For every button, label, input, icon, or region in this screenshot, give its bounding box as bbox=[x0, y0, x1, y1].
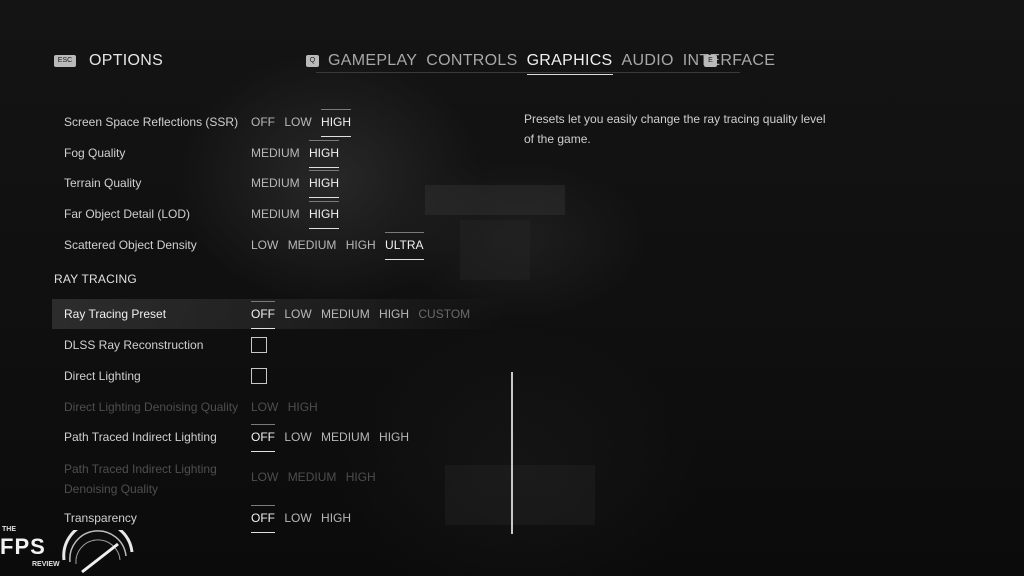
option-selector: LOW HIGH bbox=[251, 400, 324, 414]
option-low[interactable]: LOW bbox=[284, 115, 311, 129]
setting-label: Far Object Detail (LOD) bbox=[64, 207, 191, 221]
setting-row-path-traced-indirect-lighting[interactable]: Path Traced Indirect Lighting OFF LOW ME… bbox=[52, 422, 507, 452]
fps-review-logo: THE FPS REVIEW bbox=[0, 526, 140, 576]
logo-fps-text: FPS bbox=[0, 534, 46, 559]
option-high[interactable]: HIGH bbox=[379, 307, 409, 321]
tab-controls[interactable]: CONTROLS bbox=[426, 52, 517, 70]
setting-label: Path Traced Indirect Lighting Denoising … bbox=[64, 459, 217, 499]
setting-label: Screen Space Reflections (SSR) bbox=[64, 115, 239, 129]
option-medium[interactable]: MEDIUM bbox=[251, 207, 300, 221]
option-selector: OFF LOW HIGH bbox=[251, 511, 357, 525]
option-off[interactable]: OFF bbox=[251, 430, 275, 444]
option-selector: MEDIUM HIGH bbox=[251, 176, 345, 190]
option-medium[interactable]: MEDIUM bbox=[321, 430, 370, 444]
option-high[interactable]: HIGH bbox=[321, 115, 351, 129]
option-low[interactable]: LOW bbox=[284, 430, 311, 444]
setting-description: Presets let you easily change the ray tr… bbox=[524, 112, 826, 146]
esc-key-icon[interactable]: ESC bbox=[54, 55, 76, 67]
tab-interface[interactable]: INTERFACE bbox=[683, 52, 776, 70]
logo-the-text: THE bbox=[2, 526, 16, 533]
setting-row-far-object-detail[interactable]: Far Object Detail (LOD) MEDIUM HIGH bbox=[52, 199, 507, 229]
option-low[interactable]: LOW bbox=[284, 511, 311, 525]
option-selector: OFF LOW MEDIUM HIGH CUSTOM bbox=[251, 307, 476, 321]
option-high[interactable]: HIGH bbox=[309, 207, 339, 221]
setting-label: Ray Tracing Preset bbox=[64, 307, 167, 321]
direct-lighting-checkbox[interactable] bbox=[251, 368, 267, 384]
option-high[interactable]: HIGH bbox=[309, 146, 339, 160]
section-title-ray-tracing: RAY TRACING bbox=[54, 272, 137, 286]
setting-row-terrain-quality[interactable]: Terrain Quality MEDIUM HIGH bbox=[52, 168, 507, 198]
setting-row-dlss-ray-reconstruction[interactable]: DLSS Ray Reconstruction bbox=[52, 330, 507, 360]
setting-label: Terrain Quality bbox=[64, 176, 142, 190]
option-low[interactable]: LOW bbox=[251, 238, 278, 252]
option-medium[interactable]: MEDIUM bbox=[251, 146, 300, 160]
option-off[interactable]: OFF bbox=[251, 511, 275, 525]
option-high[interactable]: HIGH bbox=[346, 238, 376, 252]
setting-label: Path Traced Indirect Lighting bbox=[64, 430, 217, 444]
setting-row-ray-tracing-preset[interactable]: Ray Tracing Preset OFF LOW MEDIUM HIGH C… bbox=[52, 299, 507, 329]
option-medium[interactable]: MEDIUM bbox=[288, 238, 337, 252]
option-off[interactable]: OFF bbox=[251, 115, 275, 129]
option-selector: OFF LOW MEDIUM HIGH bbox=[251, 430, 415, 444]
option-selector: LOW MEDIUM HIGH ULTRA bbox=[251, 238, 430, 252]
tab-divider bbox=[316, 72, 740, 73]
logo-review-text: REVIEW bbox=[32, 561, 60, 568]
setting-label: Transparency bbox=[64, 511, 137, 525]
setting-label: Fog Quality bbox=[64, 146, 126, 160]
setting-row-path-traced-denoising: Path Traced Indirect Lighting Denoising … bbox=[52, 462, 507, 496]
tab-gameplay[interactable]: GAMEPLAY bbox=[328, 52, 417, 70]
option-selector: MEDIUM HIGH bbox=[251, 207, 345, 221]
q-key-icon[interactable]: Q bbox=[306, 55, 319, 67]
option-medium[interactable]: MEDIUM bbox=[321, 307, 370, 321]
setting-label-line2: Denoising Quality bbox=[64, 482, 159, 496]
option-selector: OFF LOW HIGH bbox=[251, 115, 357, 129]
page-title: OPTIONS bbox=[89, 52, 164, 69]
option-custom[interactable]: CUSTOM bbox=[418, 307, 470, 321]
setting-label: Scattered Object Density bbox=[64, 238, 197, 252]
option-low[interactable]: LOW bbox=[284, 307, 311, 321]
e-key-icon[interactable]: E bbox=[704, 55, 717, 67]
setting-row-scattered-object-density[interactable]: Scattered Object Density LOW MEDIUM HIGH… bbox=[52, 230, 507, 260]
option-ultra[interactable]: ULTRA bbox=[385, 238, 423, 252]
option-high[interactable]: HIGH bbox=[309, 176, 339, 190]
setting-label: Direct Lighting bbox=[64, 369, 141, 383]
option-low: LOW bbox=[251, 400, 279, 414]
setting-row-direct-lighting[interactable]: Direct Lighting bbox=[52, 361, 507, 391]
option-low: LOW bbox=[251, 470, 279, 484]
setting-row-ssr[interactable]: Screen Space Reflections (SSR) OFF LOW H… bbox=[52, 107, 507, 137]
option-high: HIGH bbox=[287, 400, 318, 414]
speedometer-icon bbox=[62, 530, 134, 574]
setting-row-direct-lighting-denoising: Direct Lighting Denoising Quality LOW HI… bbox=[52, 392, 507, 422]
setting-label: DLSS Ray Reconstruction bbox=[64, 338, 204, 352]
setting-label-line1: Path Traced Indirect Lighting bbox=[64, 462, 217, 476]
option-selector: LOW MEDIUM HIGH bbox=[251, 470, 382, 484]
tab-audio[interactable]: AUDIO bbox=[622, 52, 674, 70]
setting-label: Direct Lighting Denoising Quality bbox=[64, 400, 239, 414]
option-high[interactable]: HIGH bbox=[379, 430, 409, 444]
dlss-checkbox[interactable] bbox=[251, 337, 267, 353]
option-medium[interactable]: MEDIUM bbox=[251, 176, 300, 190]
scrollbar[interactable] bbox=[511, 372, 513, 534]
option-off[interactable]: OFF bbox=[251, 307, 275, 321]
setting-row-fog-quality[interactable]: Fog Quality MEDIUM HIGH bbox=[52, 138, 507, 168]
option-medium: MEDIUM bbox=[287, 470, 337, 484]
option-high: HIGH bbox=[345, 470, 376, 484]
option-high[interactable]: HIGH bbox=[321, 511, 351, 525]
tab-graphics[interactable]: GRAPHICS bbox=[526, 52, 613, 75]
option-selector: MEDIUM HIGH bbox=[251, 146, 345, 160]
